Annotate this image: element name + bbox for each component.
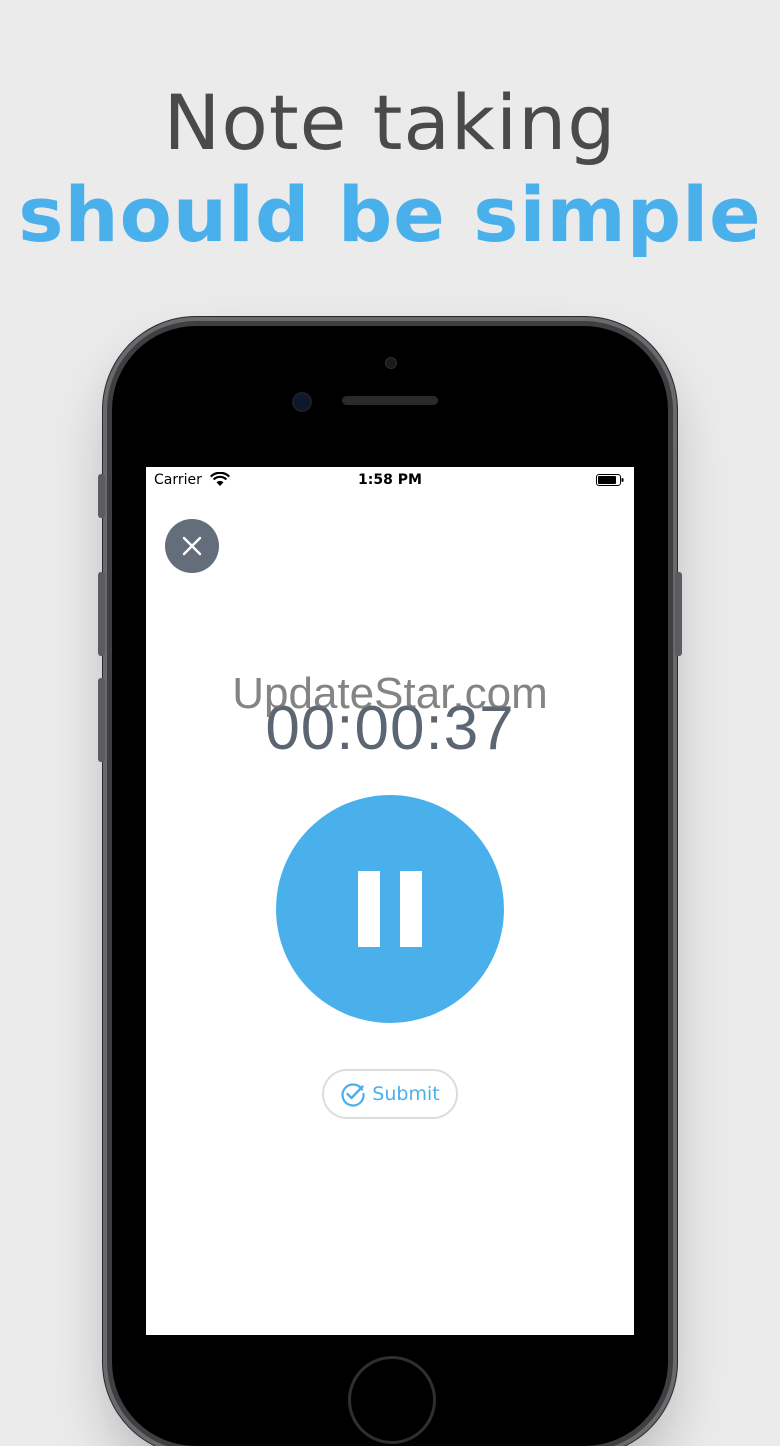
close-button[interactable] bbox=[165, 519, 219, 573]
pause-button[interactable] bbox=[276, 795, 504, 1023]
status-bar: Carrier 1:58 PM bbox=[146, 467, 634, 493]
earpiece-speaker bbox=[342, 396, 438, 405]
front-camera bbox=[292, 392, 312, 412]
status-time: 1:58 PM bbox=[358, 472, 422, 488]
proximity-sensor bbox=[385, 357, 397, 369]
phone-frame: Carrier 1:58 PM 00:00:37 UpdateStar.com bbox=[98, 326, 682, 1446]
submit-label: Submit bbox=[372, 1083, 440, 1105]
pause-icon bbox=[276, 795, 504, 1023]
watermark: UpdateStar.com bbox=[232, 669, 548, 718]
pause-bar-left bbox=[358, 871, 380, 947]
close-icon bbox=[182, 536, 202, 556]
phone-screen: Carrier 1:58 PM 00:00:37 UpdateStar.com bbox=[146, 467, 634, 1335]
battery-icon bbox=[596, 474, 624, 486]
volume-up-button bbox=[98, 572, 105, 656]
volume-down-button bbox=[98, 678, 105, 762]
power-button bbox=[675, 572, 682, 656]
home-button bbox=[348, 1356, 436, 1444]
check-circle-icon bbox=[341, 1083, 365, 1107]
headline-line-1: Note taking bbox=[163, 78, 617, 167]
submit-button[interactable]: Submit bbox=[322, 1069, 458, 1119]
pause-bar-right bbox=[400, 871, 422, 947]
headline-line-2: should be simple bbox=[18, 170, 762, 259]
mute-switch bbox=[98, 474, 105, 518]
